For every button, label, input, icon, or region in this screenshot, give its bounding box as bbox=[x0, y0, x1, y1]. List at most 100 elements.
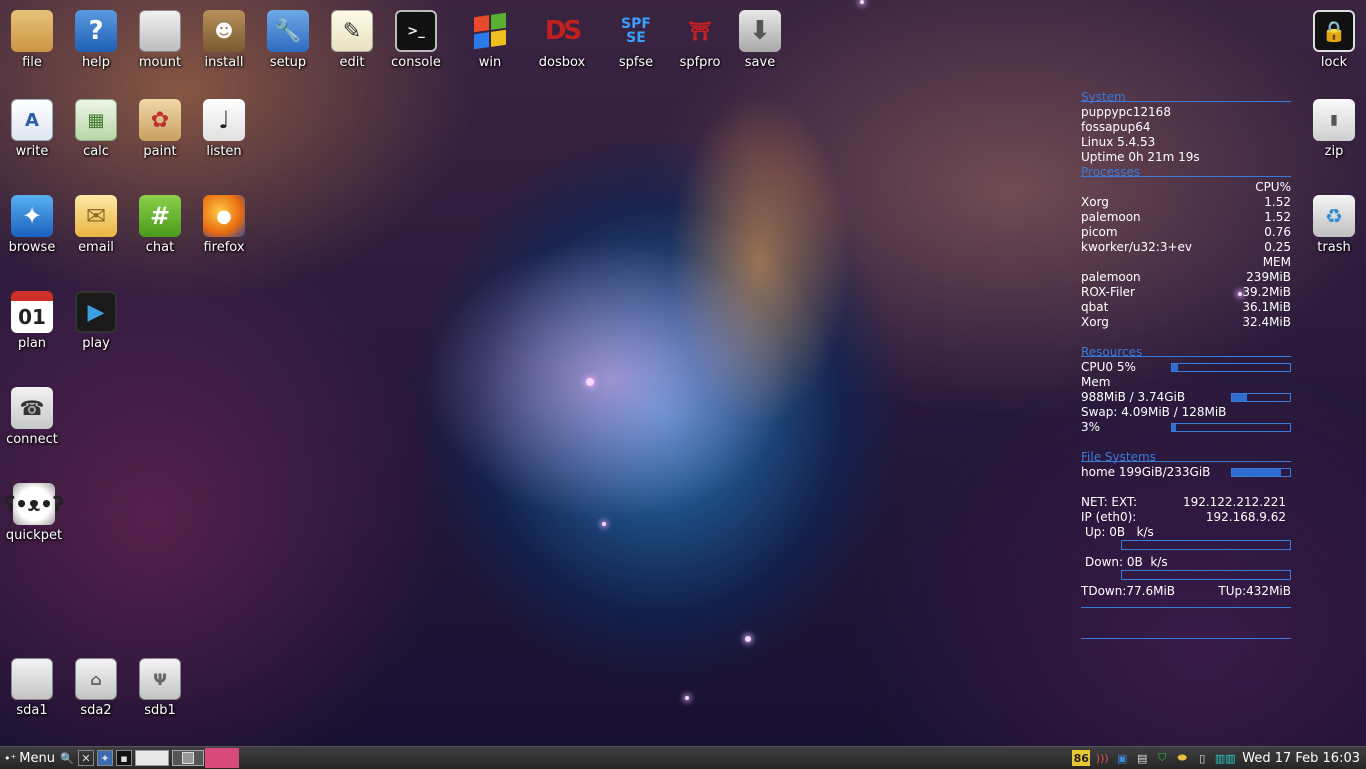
home-fs-bar bbox=[1231, 468, 1291, 477]
desktop-icon-label: dosbox bbox=[538, 55, 586, 70]
mem-label: Mem bbox=[1081, 375, 1111, 389]
desktop-icon-label: edit bbox=[339, 55, 365, 70]
search-icon[interactable]: 🔍 bbox=[59, 750, 75, 766]
edit-icon: ✎ bbox=[331, 10, 373, 52]
terminal-icon[interactable]: ▪ bbox=[116, 750, 132, 766]
desktop-icon-sda2[interactable]: ⌂ sda2 bbox=[64, 658, 128, 718]
cpu-usage-bar bbox=[1171, 363, 1291, 372]
process-row: picom 0.76 bbox=[1081, 225, 1291, 240]
swap-usage-fill bbox=[1172, 424, 1176, 431]
process-name: Xorg bbox=[1081, 195, 1109, 209]
process-value: 36.1MiB bbox=[1242, 300, 1291, 314]
desktop-icon-browse[interactable]: ✦ browse bbox=[0, 195, 64, 255]
kernel: Linux 5.4.53 bbox=[1081, 135, 1156, 149]
system-monitor: System puppypc12168 fossapup64 Linux 5.4… bbox=[1081, 90, 1291, 639]
desktop-icon-win[interactable]: win bbox=[458, 10, 522, 70]
desktop-icon-label: trash bbox=[1317, 240, 1351, 255]
desktop-icon-label: spfpro bbox=[679, 55, 721, 70]
close-windows-icon[interactable]: ✕ bbox=[78, 750, 94, 766]
home-fs-fill bbox=[1232, 469, 1282, 476]
clipboard-icon[interactable]: ▯ bbox=[1194, 750, 1210, 766]
cpu-usage-row: CPU0 5% bbox=[1081, 360, 1291, 375]
desktop-icon-label: email bbox=[78, 240, 114, 255]
process-name: palemoon bbox=[1081, 270, 1141, 284]
local-ip-label: IP (eth0): bbox=[1081, 510, 1137, 524]
drive-tray-icon[interactable]: ⬬ bbox=[1174, 750, 1190, 766]
mem-usage-fill bbox=[1232, 394, 1248, 401]
desktop-icon-paint[interactable]: ✿ paint bbox=[128, 99, 192, 159]
cpu-usage-label: CPU0 5% bbox=[1081, 360, 1136, 374]
desktop-icon-email[interactable]: ✉ email bbox=[64, 195, 128, 255]
desktop-icon-label: write bbox=[15, 144, 49, 159]
menu-button[interactable]: •⁺ Menu bbox=[4, 749, 55, 767]
desktop-icon-save[interactable]: ⬇ save bbox=[728, 10, 792, 70]
mem-header: MEM bbox=[1262, 255, 1291, 269]
desktop-icon-sda1[interactable]: sda1 bbox=[0, 658, 64, 718]
save-icon: ⬇ bbox=[739, 10, 781, 52]
process-value: 1.52 bbox=[1264, 210, 1291, 224]
desktop-icon-lock[interactable]: 🔒 lock bbox=[1302, 10, 1366, 70]
console-icon: >_ bbox=[395, 10, 437, 52]
firefox-icon: ● bbox=[203, 195, 245, 237]
desktop-icon-play[interactable]: ▶ play bbox=[64, 291, 128, 351]
desktop-icon-listen[interactable]: ♩ listen bbox=[192, 99, 256, 159]
desktop-icon-label: spfse bbox=[618, 55, 654, 70]
desktop-icon-zip[interactable]: ▮ zip bbox=[1302, 99, 1366, 159]
settings-icon[interactable]: ✦ bbox=[97, 750, 113, 766]
plan-icon: 01 bbox=[11, 291, 53, 333]
desktop-icon-label: sdb1 bbox=[144, 703, 176, 718]
audio-icon[interactable]: ))) bbox=[1094, 750, 1110, 766]
desktop-icon-spfse[interactable]: SPF SE spfse bbox=[604, 10, 668, 70]
desktop-icon-mount[interactable]: mount bbox=[128, 10, 192, 70]
desktop-icon-label: browse bbox=[8, 240, 56, 255]
process-row: ROX-Filer 39.2MiB bbox=[1081, 285, 1291, 300]
process-value: 239MiB bbox=[1246, 270, 1291, 284]
desktop-icon-setup[interactable]: 🔧 setup bbox=[256, 10, 320, 70]
cpu-monitor-icon[interactable]: ▥▥ bbox=[1214, 750, 1236, 766]
desktop-icon-label: plan bbox=[17, 336, 47, 351]
desktop-icon-calc[interactable]: ▦ calc bbox=[64, 99, 128, 159]
show-desktop-button[interactable] bbox=[135, 750, 169, 766]
desktop-icon-write[interactable]: Awrite bbox=[0, 99, 64, 159]
mount-icon bbox=[139, 10, 181, 52]
desktop-icon-label: listen bbox=[206, 144, 242, 159]
desktop-icon-edit[interactable]: ✎ edit bbox=[320, 10, 384, 70]
hostname: puppypc12168 bbox=[1081, 105, 1171, 119]
desktop-icon-label: play bbox=[82, 336, 110, 351]
download-speed: Down: 0B k/s bbox=[1085, 555, 1168, 569]
task-button-active[interactable] bbox=[205, 748, 239, 768]
zip-icon: ▮ bbox=[1313, 99, 1355, 141]
battery-badge[interactable]: 86 bbox=[1072, 750, 1091, 766]
desktop-icon-chat[interactable]: # chat bbox=[128, 195, 192, 255]
desktop-icon-firefox[interactable]: ● firefox bbox=[192, 195, 256, 255]
desktop-icon-sdb1[interactable]: Ψsdb1 bbox=[128, 658, 192, 718]
process-row: Xorg 1.52 bbox=[1081, 195, 1291, 210]
process-value: 1.52 bbox=[1264, 195, 1291, 209]
firewall-icon[interactable]: ⛉ bbox=[1154, 750, 1170, 766]
lock-icon: 🔒 bbox=[1313, 10, 1355, 52]
save-tray-icon[interactable]: ▤ bbox=[1134, 750, 1150, 766]
process-row: kworker/u32:3+ev 0.25 bbox=[1081, 240, 1291, 255]
mem-process-list: palemoon 239MiB ROX-Filer 39.2MiB qbat 36.1Mi… bbox=[1081, 270, 1291, 330]
desktop-icon-trash[interactable]: ♻ trash bbox=[1302, 195, 1366, 255]
clock[interactable]: Wed 17 Feb 16:03 bbox=[1242, 751, 1360, 766]
desktop-icon-label: win bbox=[478, 55, 502, 70]
desktop-icon-install[interactable]: ☻ install bbox=[192, 10, 256, 70]
paint-icon: ✿ bbox=[139, 99, 181, 141]
desktop-icon-quickpet[interactable]: ʕ•ᴥ•ʔ quickpet bbox=[2, 483, 66, 543]
spfse-icon: SPF SE bbox=[621, 16, 651, 46]
cpu-header: CPU% bbox=[1255, 180, 1291, 194]
play-icon: ▶ bbox=[75, 291, 117, 333]
process-row: Xorg 32.4MiB bbox=[1081, 315, 1291, 330]
desktop-icon-spfpro[interactable]: ⛩ spfpro bbox=[668, 10, 732, 71]
sdb1-icon: Ψ bbox=[139, 658, 181, 700]
distro: fossapup64 bbox=[1081, 120, 1151, 134]
desktop-icon-plan[interactable]: 01 plan bbox=[0, 291, 64, 351]
desktop-icon-help[interactable]: ? help bbox=[64, 10, 128, 70]
desktop-icon-console[interactable]: >_ console bbox=[384, 10, 448, 70]
desktop-icon-connect[interactable]: ☎ connect bbox=[0, 387, 64, 447]
workspace-switcher[interactable] bbox=[172, 750, 204, 766]
desktop-icon-file[interactable]: file bbox=[0, 10, 64, 70]
desktop-icon-dosbox[interactable]: DS dosbox bbox=[530, 10, 594, 70]
network-icon[interactable]: ▣ bbox=[1114, 750, 1130, 766]
